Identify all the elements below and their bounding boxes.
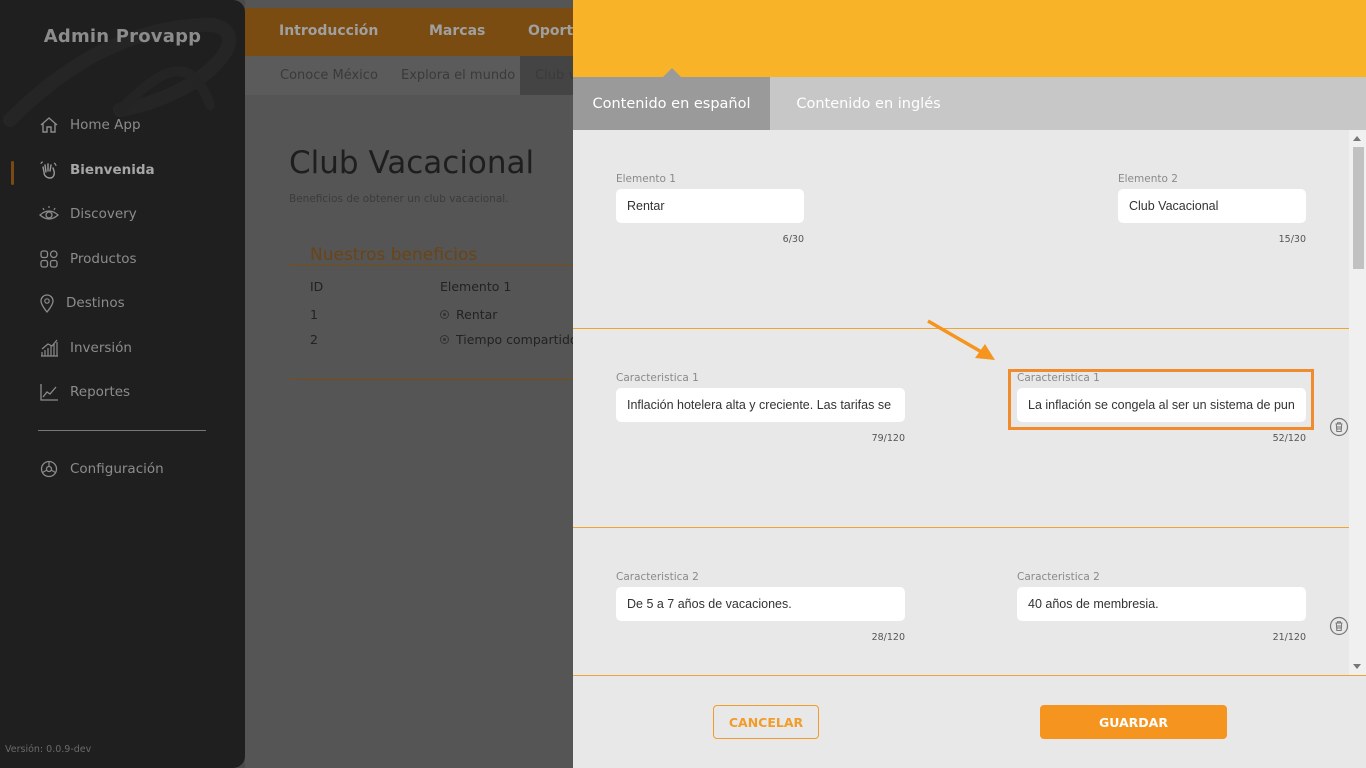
table-header-elemento-1: Elemento 1 (440, 279, 512, 294)
active-indicator (11, 161, 14, 185)
save-button[interactable]: GUARDAR (1040, 705, 1227, 739)
table-header-id: ID (310, 279, 324, 294)
sidebar-item-bienvenida[interactable]: Bienvenida (38, 156, 155, 184)
elemento-1-input[interactable] (616, 189, 804, 223)
char-counter: 21/120 (1272, 632, 1306, 643)
char-counter: 15/30 (1278, 234, 1306, 245)
field-label: Elemento 1 (616, 173, 676, 185)
gear-icon (38, 458, 60, 480)
highlight-box (1008, 369, 1314, 430)
caracteristica-2-es-input[interactable] (616, 587, 905, 621)
tab-contenido-espanol[interactable]: Contenido en español (573, 68, 770, 130)
table-cell-value: Tiempo compartido (440, 332, 578, 347)
tab-label: Contenido en español (592, 95, 751, 112)
sidebar-divider (38, 430, 206, 431)
top-tab-introduccion[interactable]: Introducción (279, 23, 378, 39)
radio-bullet-icon (440, 310, 449, 319)
sidebar-item-label: Inversión (70, 340, 132, 356)
sidebar-item-label: Discovery (70, 206, 137, 222)
sidebar-item-destinos[interactable]: Destinos (38, 289, 125, 317)
sidebar-item-reportes[interactable]: Reportes (38, 378, 130, 406)
bar-chart-icon (38, 337, 60, 359)
caracteristica-2-en-input[interactable] (1017, 587, 1306, 621)
sidebar: Admin Provapp Home App Bienvenida Discov… (0, 0, 245, 768)
tab-label: Contenido en inglés (796, 95, 941, 112)
language-tabs: Contenido en español Contenido en inglés (573, 68, 1366, 130)
scroll-thumb[interactable] (1353, 147, 1364, 269)
drawer-content: Elemento 1 6/30 Elemento 2 15/30 Caracte… (573, 130, 1349, 675)
tab-caret-icon (663, 68, 681, 77)
sidebar-item-label: Destinos (66, 295, 125, 311)
elemento-2-input[interactable] (1118, 189, 1306, 223)
home-icon (38, 114, 60, 136)
section-title: Nuestros beneficios (310, 245, 478, 265)
top-tab-marcas[interactable]: Marcas (429, 23, 485, 39)
cancel-button[interactable]: CANCELAR (713, 705, 819, 739)
sidebar-item-configuracion[interactable]: Configuración (38, 455, 164, 483)
scroll-up-icon[interactable] (1353, 136, 1361, 141)
drawer-header (573, 0, 1366, 77)
trash-icon[interactable] (1329, 616, 1349, 636)
eye-icon (38, 203, 60, 225)
section-divider (289, 265, 579, 266)
table-cell-value: Rentar (440, 307, 497, 322)
edit-drawer: Contenido en español Contenido en inglés… (573, 0, 1366, 768)
sidebar-item-discovery[interactable]: Discovery (38, 200, 137, 228)
char-counter: 79/120 (871, 433, 905, 444)
scroll-down-icon[interactable] (1353, 664, 1361, 669)
sub-tab-club-vacacional[interactable]: Club v (535, 68, 576, 83)
sub-tab-explora-el-mundo[interactable]: Explora el mundo (401, 68, 515, 83)
app-title: Admin Provapp (43, 26, 202, 47)
sidebar-item-label: Bienvenida (70, 162, 155, 178)
row-separator (573, 527, 1349, 528)
field-label: Caracteristica 2 (1017, 571, 1100, 583)
grid-icon (38, 248, 60, 270)
drawer-footer: CANCELAR GUARDAR (573, 675, 1366, 768)
sidebar-item-home-app[interactable]: Home App (38, 111, 141, 139)
tab-contenido-ingles[interactable]: Contenido en inglés (770, 77, 967, 130)
sub-tab-conoce-mexico[interactable]: Conoce México (280, 68, 378, 83)
sidebar-item-label: Productos (70, 251, 137, 267)
page-subtitle: Beneficios de obtener un club vacacional… (289, 193, 509, 205)
sidebar-item-label: Home App (70, 117, 141, 133)
version-label: Versión: 0.0.9-dev (5, 744, 92, 755)
line-chart-icon (38, 381, 60, 403)
vertical-scrollbar[interactable] (1349, 130, 1366, 675)
table-bottom-divider (289, 379, 579, 380)
char-counter: 6/30 (782, 234, 804, 245)
top-tab-oportunidades[interactable]: Oport (528, 23, 573, 39)
sidebar-item-label: Reportes (70, 384, 131, 400)
waving-hand-icon (38, 159, 60, 181)
char-counter: 52/120 (1272, 433, 1306, 444)
field-label: Caracteristica 2 (616, 571, 699, 583)
char-counter: 28/120 (871, 632, 905, 643)
trash-icon[interactable] (1329, 417, 1349, 437)
location-pin-icon (38, 292, 56, 314)
sidebar-item-productos[interactable]: Productos (38, 245, 137, 273)
arrow-annotation-icon (927, 319, 995, 360)
table-cell-id: 1 (310, 307, 318, 322)
field-label: Caracteristica 1 (616, 372, 699, 384)
sidebar-item-label: Configuración (70, 461, 164, 477)
table-cell-id: 2 (310, 332, 318, 347)
radio-bullet-icon (440, 335, 449, 344)
sidebar-item-inversion[interactable]: Inversión (38, 334, 132, 362)
field-label: Elemento 2 (1118, 173, 1178, 185)
page-title: Club Vacacional (289, 145, 535, 181)
caracteristica-1-es-input[interactable] (616, 388, 905, 422)
